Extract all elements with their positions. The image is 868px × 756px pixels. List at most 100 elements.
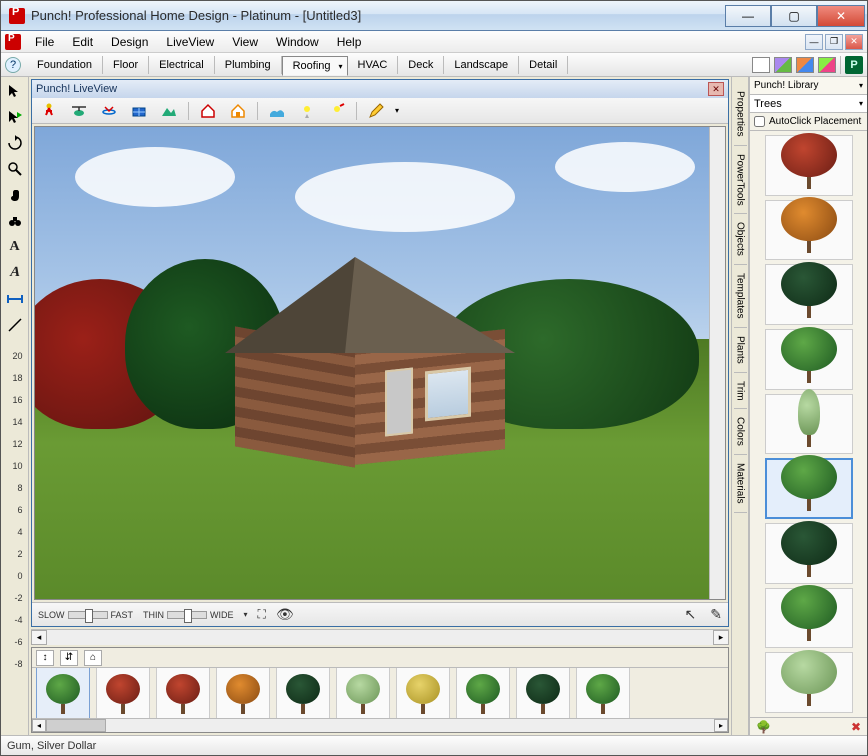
- viewcube-2-icon[interactable]: [774, 57, 792, 73]
- tray-item[interactable]: [396, 668, 450, 718]
- fov-dropdown-icon[interactable]: ▾: [244, 610, 248, 619]
- zoom-tool[interactable]: [5, 159, 25, 179]
- tab-landscape[interactable]: Landscape: [444, 56, 519, 74]
- tab-plumbing[interactable]: Plumbing: [215, 56, 282, 74]
- menu-design[interactable]: Design: [103, 33, 156, 51]
- light-tool-icon[interactable]: [296, 101, 318, 121]
- vtab-properties[interactable]: Properties: [734, 83, 747, 146]
- mdi-close-button[interactable]: ✕: [845, 34, 863, 50]
- menu-liveview[interactable]: LiveView: [158, 33, 222, 51]
- tab-foundation[interactable]: Foundation: [27, 56, 103, 74]
- tray-item[interactable]: [456, 668, 510, 718]
- library-item[interactable]: [765, 394, 853, 455]
- terrain-tool-icon[interactable]: [158, 101, 180, 121]
- pointer-tool[interactable]: [5, 81, 25, 101]
- library-title-dropdown[interactable]: Punch! Library▾: [750, 77, 867, 95]
- eyedropper-icon[interactable]: ✎: [710, 606, 722, 623]
- library-category-dropdown[interactable]: Trees▾: [750, 95, 867, 113]
- tray-item[interactable]: [336, 668, 390, 718]
- library-item[interactable]: [765, 588, 853, 649]
- tray-item[interactable]: [156, 668, 210, 718]
- library-item[interactable]: [765, 523, 853, 584]
- menu-file[interactable]: File: [27, 33, 62, 51]
- vtab-templates[interactable]: Templates: [734, 265, 747, 328]
- tab-detail[interactable]: Detail: [519, 56, 568, 74]
- plan-hscrollbar[interactable]: ◂▸: [31, 629, 729, 645]
- vtab-trim[interactable]: Trim: [734, 373, 747, 410]
- tray-hscrollbar[interactable]: ◂▸: [32, 718, 728, 732]
- menu-edit[interactable]: Edit: [64, 33, 101, 51]
- tab-deck[interactable]: Deck: [398, 56, 444, 74]
- viewcube-3-icon[interactable]: [796, 57, 814, 73]
- vtab-materials[interactable]: Materials: [734, 455, 747, 513]
- pointer-select-tool[interactable]: [5, 107, 25, 127]
- library-item[interactable]: [765, 264, 853, 325]
- fullscreen-icon[interactable]: ⛶: [258, 607, 266, 622]
- viewcube-1-icon[interactable]: [752, 57, 770, 73]
- liveview-title: Punch! LiveView: [36, 83, 117, 95]
- viewcube-4-icon[interactable]: [818, 57, 836, 73]
- library-item[interactable]: [765, 652, 853, 713]
- liveview-close-button[interactable]: ✕: [708, 82, 724, 96]
- liveview-3d-viewport[interactable]: [34, 126, 726, 600]
- vtab-objects[interactable]: Objects: [734, 214, 747, 265]
- house2-tool-icon[interactable]: [227, 101, 249, 121]
- mdi-restore-button[interactable]: ❐: [825, 34, 843, 50]
- maximize-button[interactable]: ▢: [771, 5, 817, 27]
- lib-foot-close-icon[interactable]: ✖: [851, 720, 861, 734]
- lib-foot-tree-icon[interactable]: 🌳: [756, 720, 771, 734]
- dimension-tool[interactable]: [5, 289, 25, 309]
- width-slider[interactable]: THIN WIDE: [143, 610, 234, 620]
- eye-icon[interactable]: 👁: [276, 606, 294, 623]
- tray-item[interactable]: [576, 668, 630, 718]
- vtab-plants[interactable]: Plants: [734, 328, 747, 373]
- tray-item[interactable]: [36, 668, 90, 718]
- speed-slider[interactable]: SLOW FAST: [38, 610, 133, 620]
- library-item[interactable]: [765, 135, 853, 196]
- menu-view[interactable]: View: [224, 33, 266, 51]
- liveview-bottom-toolbar: SLOW FAST THIN WIDE ▾ ⛶ 👁 ↖ ✎: [32, 602, 728, 626]
- helicopter-tool-icon[interactable]: [68, 101, 90, 121]
- library-item[interactable]: [765, 200, 853, 261]
- rotate-tool[interactable]: [5, 133, 25, 153]
- tray-btn-2[interactable]: ⇵: [60, 650, 78, 666]
- menu-help[interactable]: Help: [329, 33, 370, 51]
- tray-item[interactable]: [516, 668, 570, 718]
- close-button[interactable]: ✕: [817, 5, 865, 27]
- tray-btn-3[interactable]: ⌂: [84, 650, 102, 666]
- light2-tool-icon[interactable]: [326, 101, 348, 121]
- line-tool[interactable]: [5, 315, 25, 335]
- vtab-powertools[interactable]: PowerTools: [734, 146, 747, 215]
- pencil-dropdown-icon[interactable]: ▾: [395, 106, 399, 115]
- minimize-button[interactable]: —: [725, 5, 771, 27]
- flyby-tool-icon[interactable]: [98, 101, 120, 121]
- viewport-vscrollbar[interactable]: [709, 127, 725, 599]
- tab-floor[interactable]: Floor: [103, 56, 149, 74]
- cursor-icon[interactable]: ↖: [685, 606, 697, 623]
- library-item[interactable]: [765, 458, 853, 519]
- pencil-tool-icon[interactable]: [365, 101, 387, 121]
- sky-tool-icon[interactable]: [266, 101, 288, 121]
- tray-btn-1[interactable]: ↕: [36, 650, 54, 666]
- mdi-minimize-button[interactable]: —: [805, 34, 823, 50]
- titlebar: Punch! Professional Home Design - Platin…: [1, 1, 867, 31]
- punch-logo-icon[interactable]: P: [845, 56, 863, 74]
- menu-window[interactable]: Window: [268, 33, 327, 51]
- tab-hvac[interactable]: HVAC: [348, 56, 399, 74]
- house-tool-icon[interactable]: [197, 101, 219, 121]
- pan-tool[interactable]: [5, 185, 25, 205]
- tray-item[interactable]: [96, 668, 150, 718]
- tab-roofing[interactable]: Roofing: [282, 56, 348, 76]
- walk-tool-icon[interactable]: [38, 101, 60, 121]
- library-item[interactable]: [765, 329, 853, 390]
- tray-item[interactable]: [276, 668, 330, 718]
- tray-item[interactable]: [216, 668, 270, 718]
- binoculars-tool[interactable]: [5, 211, 25, 231]
- tab-electrical[interactable]: Electrical: [149, 56, 215, 74]
- solar-tool-icon[interactable]: [128, 101, 150, 121]
- autoclick-checkbox[interactable]: [754, 116, 765, 127]
- vtab-colors[interactable]: Colors: [734, 409, 747, 455]
- help-icon[interactable]: ?: [5, 57, 21, 73]
- text-tool-b[interactable]: A: [2, 263, 26, 283]
- text-tool-a[interactable]: A: [5, 237, 25, 257]
